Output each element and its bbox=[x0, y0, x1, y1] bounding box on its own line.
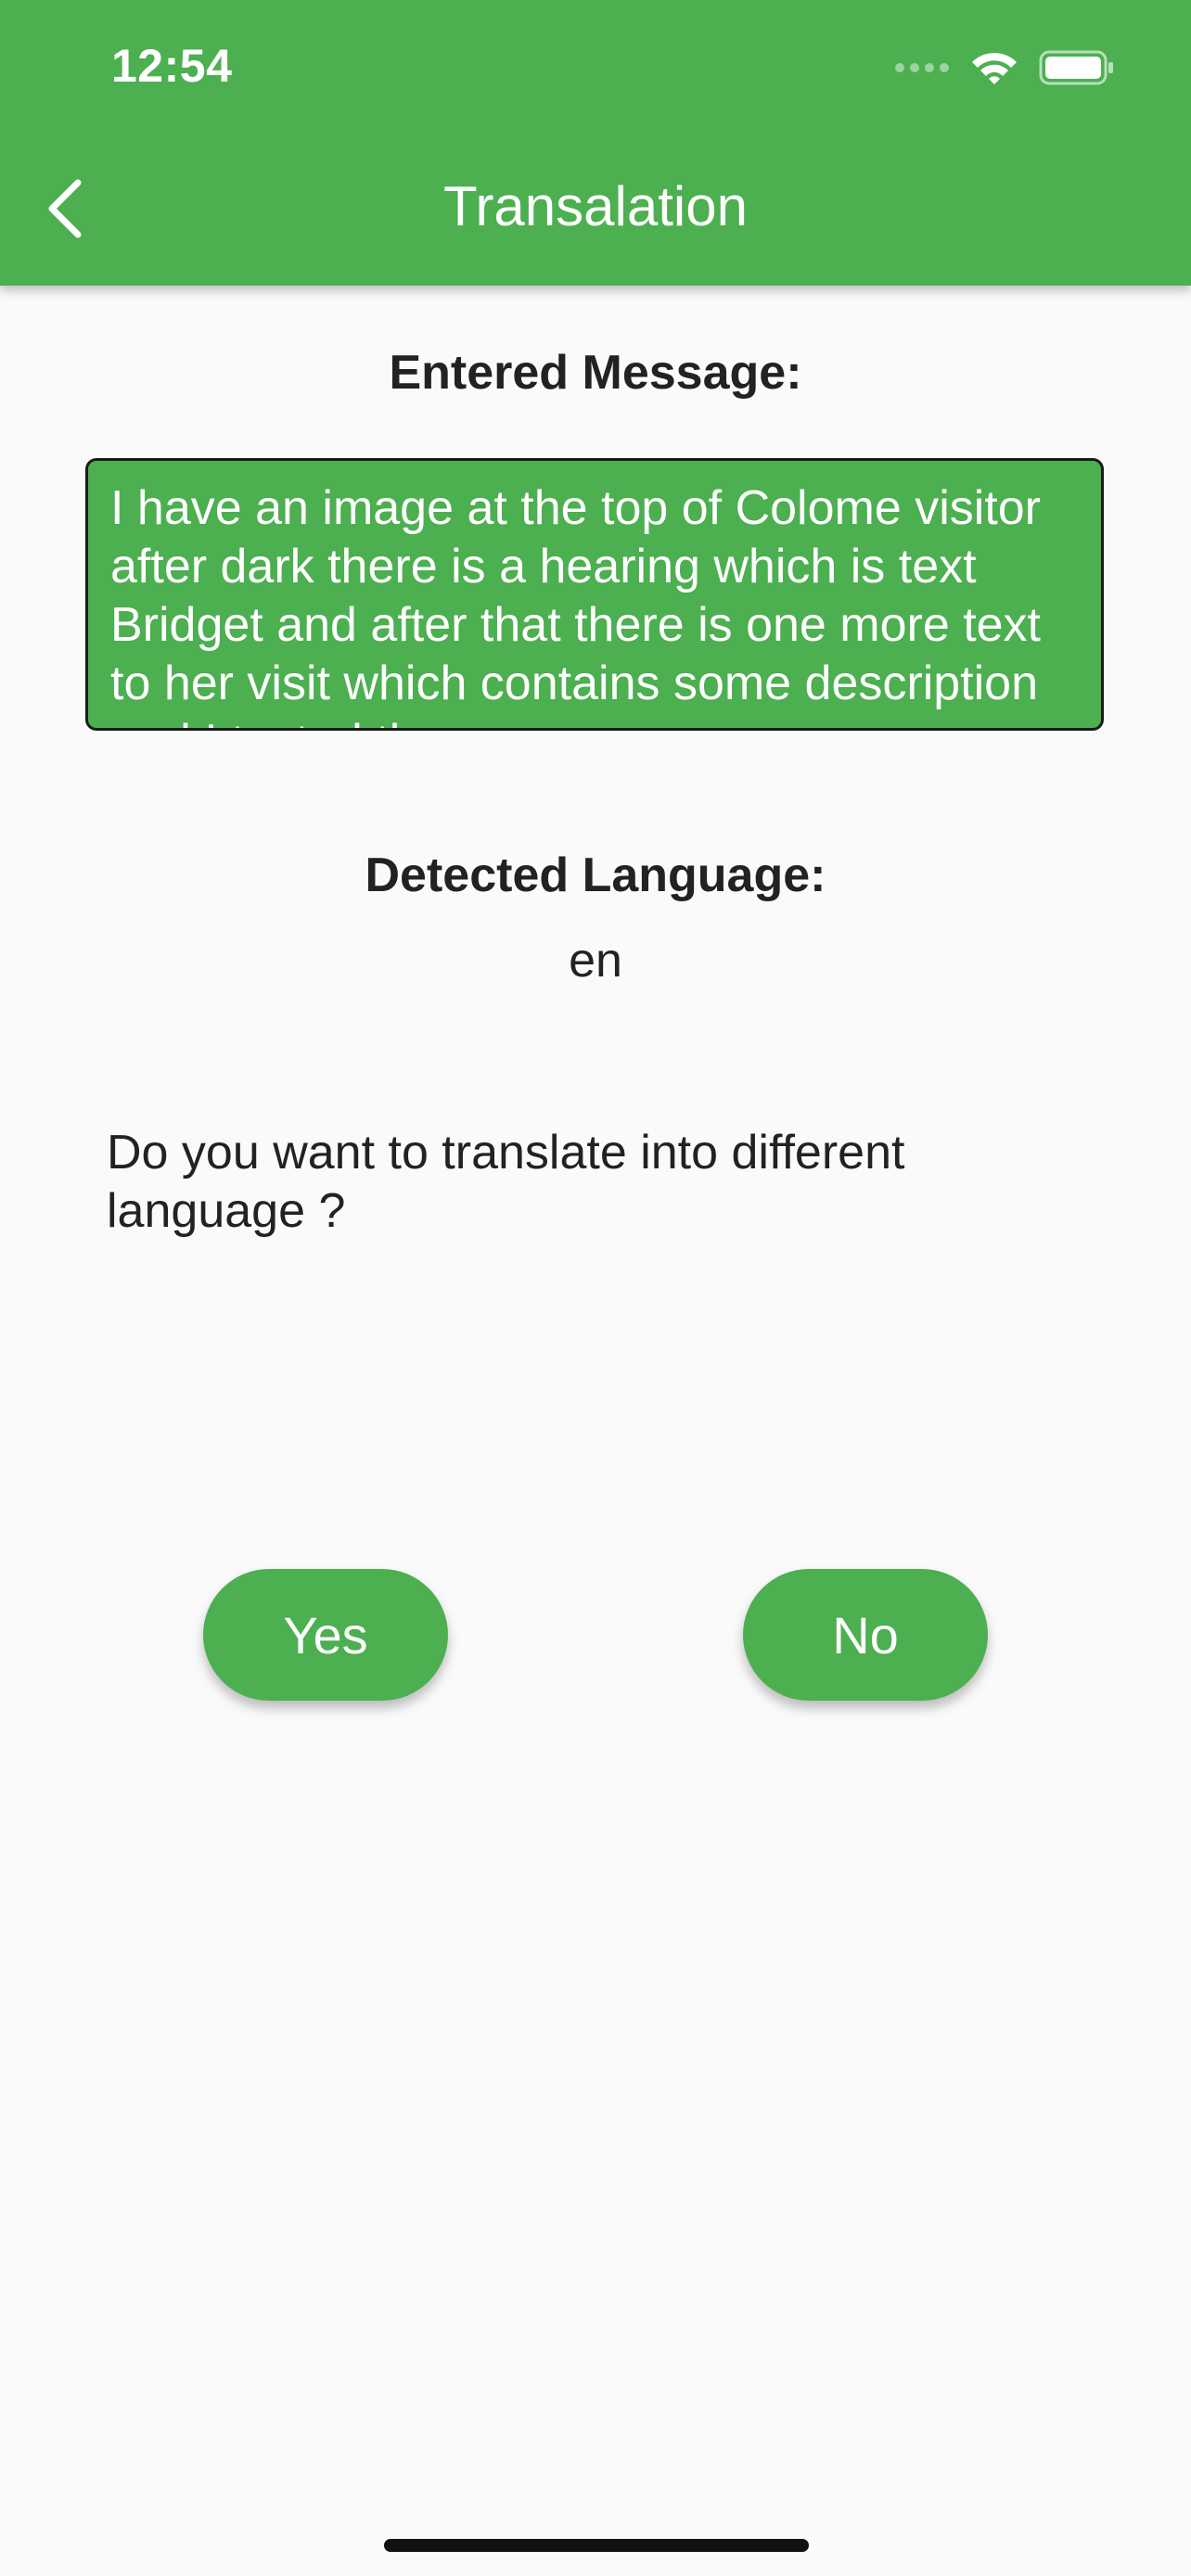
entered-message-box: I have an image at the top of Colome vis… bbox=[85, 458, 1104, 731]
no-button[interactable]: No bbox=[743, 1569, 988, 1701]
wifi-icon bbox=[972, 53, 1017, 84]
status-time: 12:54 bbox=[111, 40, 233, 92]
translate-question: Do you want to translate into different … bbox=[107, 1126, 905, 1238]
entered-message-text: I have an image at the top of Colome vis… bbox=[110, 481, 1042, 728]
yes-button[interactable]: Yes bbox=[203, 1569, 448, 1701]
app-bar: 12:54 Transalation bbox=[0, 0, 1191, 286]
battery-icon bbox=[1039, 50, 1113, 85]
entered-message-label: Entered Message: bbox=[389, 346, 802, 400]
translation-screen: 12:54 Transalation Entered Message: I ha… bbox=[0, 0, 1191, 2576]
signal-icon bbox=[895, 63, 949, 72]
detected-language-value: en bbox=[569, 934, 622, 988]
page-title: Transalation bbox=[443, 175, 748, 237]
detected-language-label: Detected Language: bbox=[365, 848, 826, 902]
home-indicator[interactable] bbox=[384, 2539, 809, 2552]
status-icons bbox=[894, 46, 1115, 89]
